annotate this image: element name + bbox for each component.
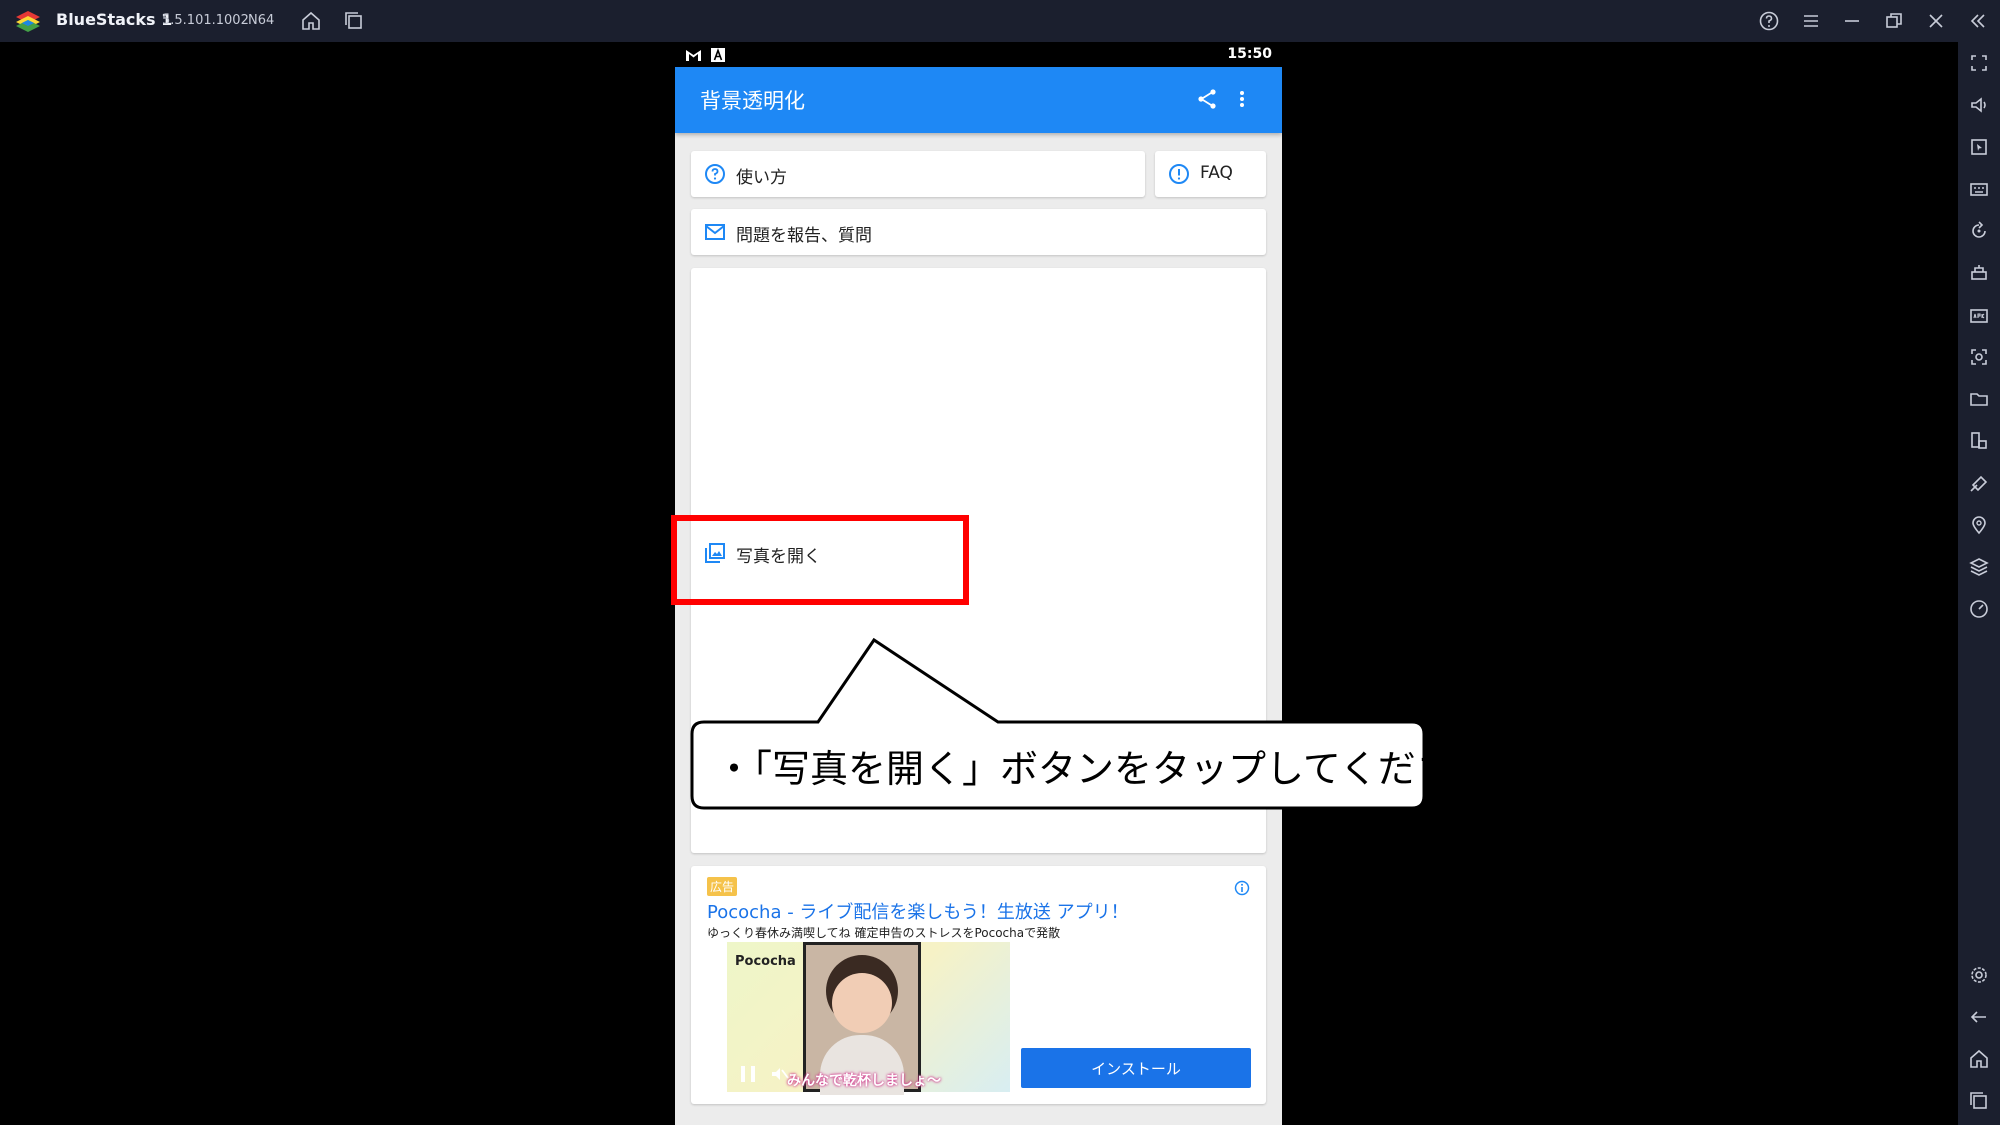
layers-icon[interactable] [1968, 556, 1990, 578]
callout-text: ・「写真を開く」ボタンをタップしてください [715, 747, 1492, 791]
keyboard-icon[interactable] [1968, 178, 1990, 200]
help-icon[interactable] [1758, 10, 1780, 32]
ad-image-brand: Pococha [735, 954, 796, 969]
minimize-icon[interactable] [1841, 10, 1863, 32]
screenshot-icon[interactable] [1968, 346, 1990, 368]
eco-mode-icon[interactable] [1968, 472, 1990, 494]
bluestacks-logo-icon [14, 9, 42, 33]
restore-icon[interactable] [1883, 10, 1905, 32]
performance-icon[interactable] [1968, 598, 1990, 620]
android-status-bar: 15:50 [675, 42, 1282, 67]
report-issue-button[interactable]: 問題を報告、質問 [691, 209, 1266, 255]
ad-info-icon[interactable] [1234, 880, 1250, 900]
instance-sync-icon[interactable] [1968, 430, 1990, 452]
fullscreen-icon[interactable] [1968, 52, 1990, 74]
highlight-box [671, 515, 969, 605]
window-app-name: BlueStacks 1 [56, 10, 173, 29]
share-icon[interactable] [1195, 87, 1219, 115]
window-arch: N64 [248, 13, 275, 28]
gmail-notification-icon [685, 47, 702, 66]
volume-icon[interactable] [1968, 94, 1990, 116]
home-icon[interactable] [300, 10, 322, 32]
pointer-icon[interactable] [1968, 136, 1990, 158]
location-icon[interactable] [1968, 514, 1990, 536]
help-circle-icon [704, 163, 726, 185]
mail-icon [704, 221, 726, 243]
settings-icon[interactable] [1968, 964, 1990, 986]
android-home-icon[interactable] [1968, 1048, 1990, 1070]
ad-badge: 広告 [707, 877, 738, 896]
rotate-icon[interactable] [1968, 220, 1990, 242]
app-title: 背景透明化 [700, 89, 805, 113]
apk-install-icon[interactable] [1968, 304, 1990, 326]
how-to-label: 使い方 [736, 168, 787, 188]
ad-person-face [832, 973, 892, 1033]
app-bar: 背景透明化 [675, 67, 1282, 133]
ad-description: ゆっくり春休み満喫してね 確定申告のストレスをPocochaで発散 [707, 926, 1061, 940]
title-bar: BlueStacks 1 5.5.101.1002 N64 [0, 0, 2000, 42]
ad-video-thumbnail[interactable]: Pococha みんなで乾杯しましょ〜 [727, 942, 1010, 1095]
ad-image-caption: みんなで乾杯しましょ〜 [787, 1073, 941, 1089]
ad-mute-icon[interactable] [769, 1064, 789, 1088]
ad-install-button[interactable]: インストール [1021, 1048, 1251, 1088]
close-icon[interactable] [1925, 10, 1947, 32]
info-alert-icon [1168, 163, 1190, 185]
collapse-sidebar-icon[interactable] [1967, 10, 1989, 32]
status-time: 15:50 [1227, 46, 1272, 62]
window-version: 5.5.101.1002 [162, 13, 249, 28]
macro-icon[interactable] [1968, 262, 1990, 284]
faq-button[interactable]: FAQ [1155, 151, 1266, 197]
faq-label: FAQ [1200, 163, 1233, 183]
notification-a-icon [711, 47, 725, 66]
recent-apps-icon[interactable] [1968, 1090, 1990, 1112]
back-icon[interactable] [1968, 1006, 1990, 1028]
report-issue-label: 問題を報告、質問 [736, 226, 872, 246]
ad-pause-icon[interactable] [741, 1066, 755, 1082]
more-options-icon[interactable] [1237, 87, 1247, 115]
multi-instance-icon[interactable] [343, 10, 365, 32]
bluestacks-sidebar [1958, 42, 2000, 1125]
ad-title[interactable]: Pococha - ライブ配信を楽しもう！生放送 アプリ！ [707, 898, 1129, 924]
how-to-button[interactable]: 使い方 [691, 151, 1145, 197]
folder-icon[interactable] [1968, 388, 1990, 410]
menu-icon[interactable] [1800, 10, 1822, 32]
